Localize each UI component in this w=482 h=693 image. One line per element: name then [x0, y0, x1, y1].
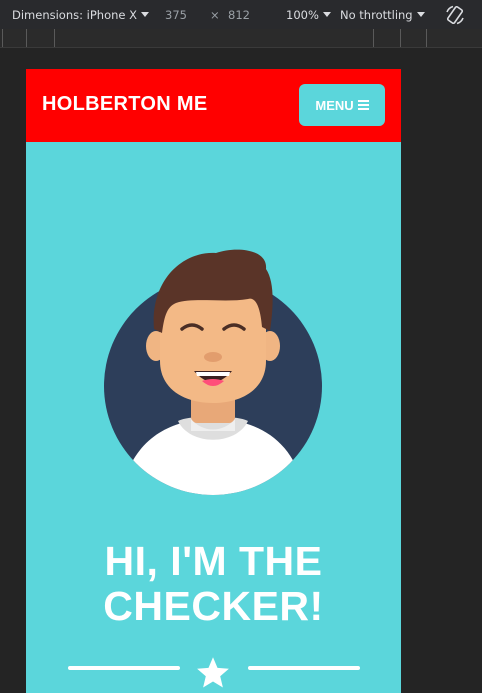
avatar-illustration	[104, 249, 322, 495]
ruler-tick	[54, 29, 55, 47]
brand-logo[interactable]: HOLBERTON ME	[42, 93, 207, 116]
star-icon	[197, 657, 229, 688]
device-viewport: HOLBERTON ME MENU HI, I'M THE CHECKER!	[26, 69, 401, 693]
zoom-label: 100%	[286, 8, 319, 22]
ruler-tick	[400, 29, 401, 47]
width-input[interactable]: 375	[165, 8, 187, 22]
throttling-dropdown[interactable]: No throttling	[340, 8, 425, 22]
menu-label: MENU	[315, 97, 354, 113]
navbar: HOLBERTON ME MENU	[26, 69, 401, 142]
ruler-tick	[426, 29, 427, 47]
height-input[interactable]: 812	[228, 8, 250, 22]
ruler-tick	[26, 29, 27, 47]
chevron-down-icon	[416, 12, 425, 17]
chevron-down-icon	[322, 12, 331, 17]
zoom-dropdown[interactable]: 100%	[286, 8, 331, 22]
chevron-down-icon	[141, 12, 150, 17]
throttling-label: No throttling	[340, 8, 413, 22]
hero-headline: HI, I'M THE CHECKER!	[26, 539, 401, 629]
device-dimensions-dropdown[interactable]: Dimensions: iPhone X	[12, 8, 150, 22]
devtools-ruler	[0, 29, 482, 48]
dimension-separator: ×	[210, 8, 220, 22]
rotate-icon[interactable]	[444, 4, 466, 26]
menu-button[interactable]: MENU	[299, 84, 385, 126]
device-dimensions-label: Dimensions: iPhone X	[12, 8, 138, 22]
ruler-tick	[2, 29, 3, 47]
divider-line-left	[68, 666, 180, 670]
ruler-tick	[373, 29, 374, 47]
hamburger-icon	[357, 100, 369, 110]
headline-line-2: CHECKER!	[103, 583, 324, 629]
devtools-device-toolbar: Dimensions: iPhone X 375 × 812 100% No t…	[0, 0, 482, 30]
divider-line-right	[248, 666, 360, 670]
headline-line-1: HI, I'M THE	[104, 538, 323, 584]
